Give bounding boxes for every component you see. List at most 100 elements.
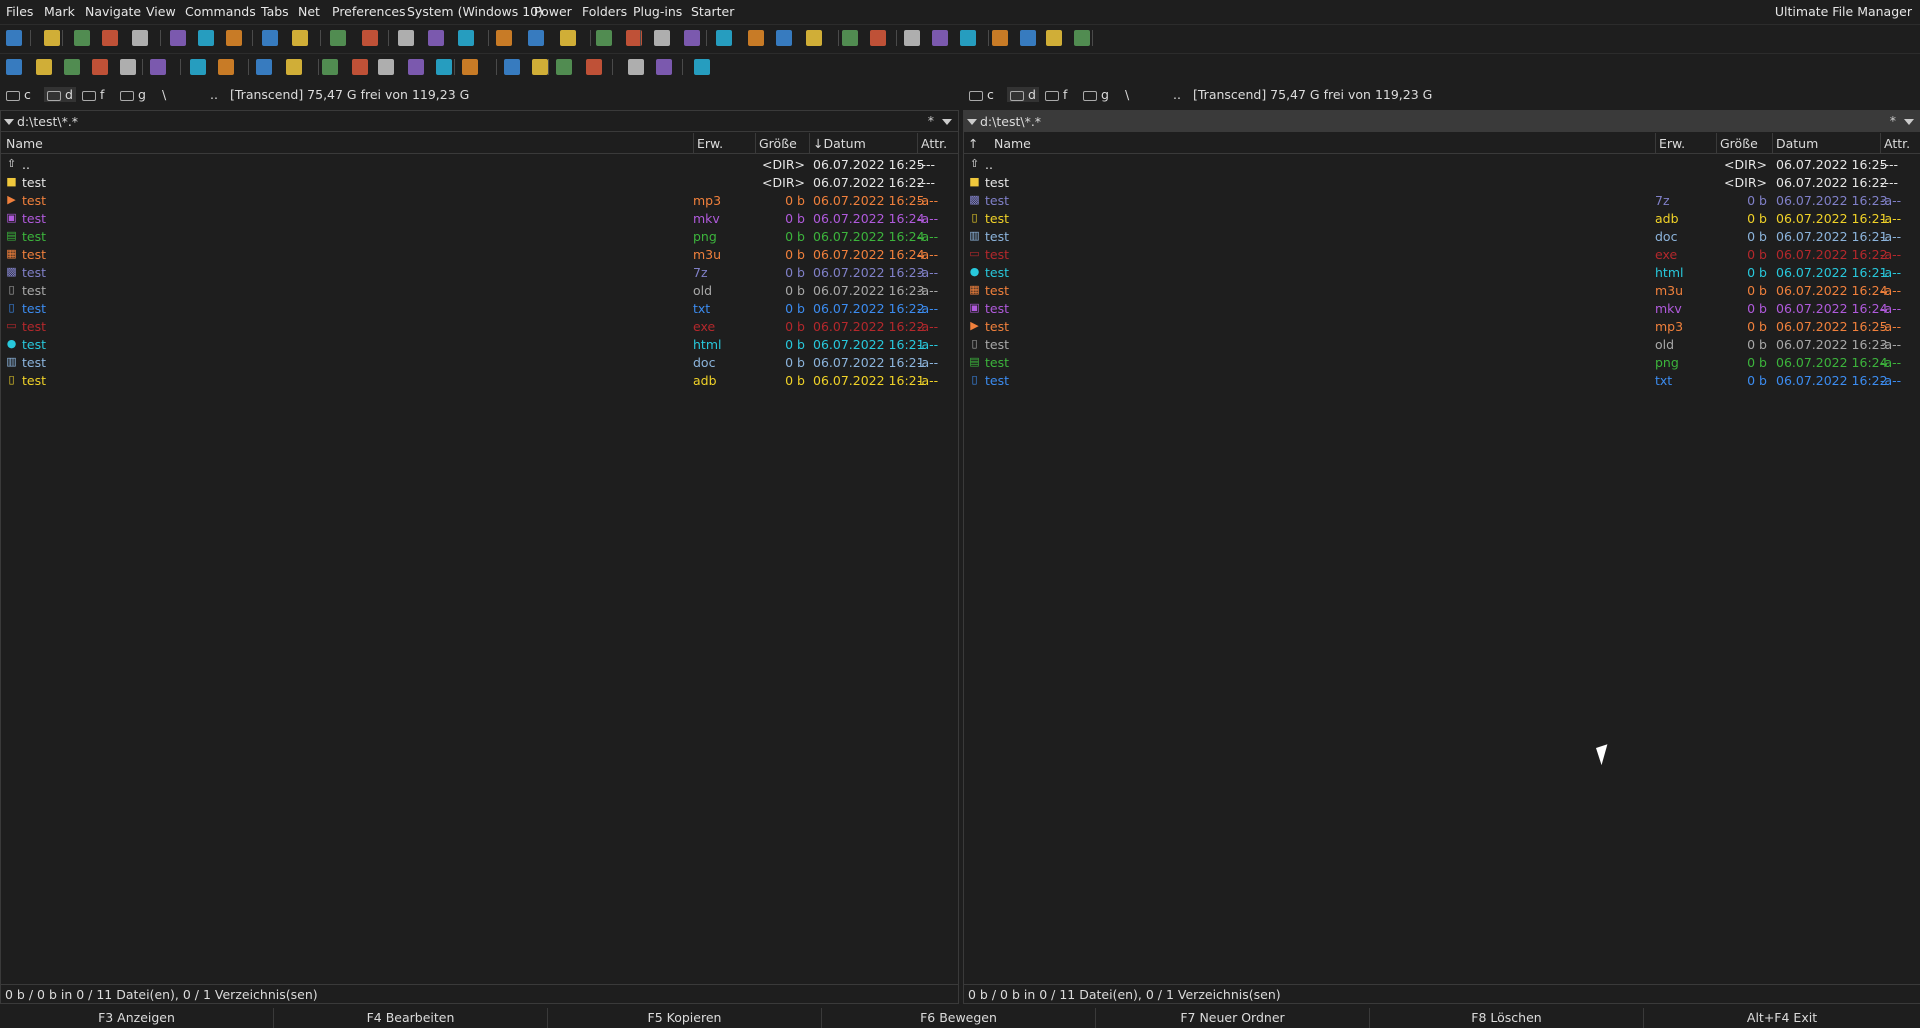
file-row[interactable]: ⇧.. <DIR> 06.07.2022 16:25 ---- — [1, 155, 958, 173]
secondary-tool-23-icon[interactable] — [694, 59, 710, 75]
column-name[interactable]: Name — [994, 136, 1031, 151]
secondary-tool-19-icon[interactable] — [556, 59, 572, 75]
fkey-f6[interactable]: F6 Bewegen — [822, 1008, 1096, 1028]
main-tool-11-icon[interactable] — [330, 30, 346, 46]
secondary-tool-21-icon[interactable] — [628, 59, 644, 75]
main-tool-18-icon[interactable] — [560, 30, 576, 46]
menu-system-windows-10[interactable]: System (Windows 10) — [407, 4, 543, 19]
secondary-tool-14-icon[interactable] — [408, 59, 424, 75]
secondary-tool-1-icon[interactable] — [6, 59, 22, 75]
drive-f[interactable]: f — [1045, 87, 1067, 102]
file-row[interactable]: ▦ test m3u 0 b 06.07.2022 16:24 -a-- — [1, 245, 958, 263]
menu-starter[interactable]: Starter — [691, 4, 734, 19]
column-date[interactable]: Datum — [1776, 136, 1818, 151]
menu-mark[interactable]: Mark — [44, 4, 75, 19]
main-tool-23-icon[interactable] — [716, 30, 732, 46]
file-row[interactable]: ▤ test png 0 b 06.07.2022 16:24 -a-- — [964, 353, 1920, 371]
file-row[interactable]: ▣ test mkv 0 b 06.07.2022 16:24 -a-- — [964, 299, 1920, 317]
file-row[interactable]: ■ test <DIR> 06.07.2022 16:22 ---- — [1, 173, 958, 191]
fkey-f7[interactable]: F7 Neuer Ordner — [1096, 1008, 1370, 1028]
main-tool-9-icon[interactable] — [262, 30, 278, 46]
drive-root[interactable]: \ — [1125, 87, 1129, 102]
menu-net[interactable]: Net — [298, 4, 320, 19]
column-size[interactable]: Größe — [1720, 136, 1758, 151]
file-row[interactable]: ▣ test mkv 0 b 06.07.2022 16:24 -a-- — [1, 209, 958, 227]
drive-root[interactable]: \ — [162, 87, 166, 102]
main-tool-4-icon[interactable] — [102, 30, 118, 46]
file-list[interactable]: ⇧.. <DIR> 06.07.2022 16:25 ---- ■ test <DIR> 06… — [964, 155, 1920, 389]
secondary-tool-15-icon[interactable] — [436, 59, 452, 75]
column-ext[interactable]: Erw. — [1659, 136, 1685, 151]
column-attr[interactable]: Attr. — [921, 136, 947, 151]
main-tool-16-icon[interactable] — [496, 30, 512, 46]
secondary-tool-3-icon[interactable] — [64, 59, 80, 75]
drive-d[interactable]: d — [44, 87, 76, 102]
main-tool-35-icon[interactable] — [1074, 30, 1090, 46]
drive-g[interactable]: g — [120, 87, 146, 102]
secondary-tool-16-icon[interactable] — [462, 59, 478, 75]
menu-folders[interactable]: Folders — [582, 4, 627, 19]
file-row[interactable]: ● test html 0 b 06.07.2022 16:21 -a-- — [964, 263, 1920, 281]
column-name[interactable]: Name — [6, 136, 43, 151]
file-row[interactable]: ▭ test exe 0 b 06.07.2022 16:22 -a-- — [964, 245, 1920, 263]
file-row[interactable]: ▯ test adb 0 b 06.07.2022 16:21 -a-- — [1, 371, 958, 389]
column-separator[interactable] — [693, 133, 694, 153]
file-row[interactable]: ▶ test mp3 0 b 06.07.2022 16:25 -a-- — [964, 317, 1920, 335]
column-separator[interactable] — [755, 133, 756, 153]
secondary-tool-8-icon[interactable] — [218, 59, 234, 75]
right-panel[interactable]: d:\test\*.* * Name Erw. Größe Datum Attr. ↑ ⇧… — [963, 110, 1920, 1004]
main-tool-22-icon[interactable] — [684, 30, 700, 46]
file-row[interactable]: ● test html 0 b 06.07.2022 16:21 -a-- — [1, 335, 958, 353]
main-tool-3-icon[interactable] — [74, 30, 90, 46]
menu-commands[interactable]: Commands — [185, 4, 256, 19]
secondary-tool-10-icon[interactable] — [286, 59, 302, 75]
drive-c[interactable]: c — [6, 87, 31, 102]
file-row[interactable]: ▤ test png 0 b 06.07.2022 16:24 -a-- — [1, 227, 958, 245]
fkey-f5[interactable]: F5 Kopieren — [548, 1008, 822, 1028]
main-tool-1-icon[interactable] — [6, 30, 22, 46]
file-row[interactable]: ▭ test exe 0 b 06.07.2022 16:22 -a-- — [1, 317, 958, 335]
main-tool-6-icon[interactable] — [170, 30, 186, 46]
main-tool-33-icon[interactable] — [1020, 30, 1036, 46]
file-row[interactable]: ▯ test old 0 b 06.07.2022 16:23 -a-- — [1, 281, 958, 299]
file-row[interactable]: ▦ test m3u 0 b 06.07.2022 16:24 -a-- — [964, 281, 1920, 299]
main-tool-25-icon[interactable] — [776, 30, 792, 46]
main-tool-32-icon[interactable] — [992, 30, 1008, 46]
column-attr[interactable]: Attr. — [1884, 136, 1910, 151]
secondary-tool-5-icon[interactable] — [120, 59, 136, 75]
secondary-tool-9-icon[interactable] — [256, 59, 272, 75]
main-tool-30-icon[interactable] — [932, 30, 948, 46]
column-date[interactable]: ↓Datum — [813, 136, 866, 151]
file-row[interactable]: ▯ test adb 0 b 06.07.2022 16:21 -a-- — [964, 209, 1920, 227]
menu-view[interactable]: View — [146, 4, 176, 19]
fkey-f8[interactable]: F8 Löschen — [1370, 1008, 1644, 1028]
drive-d[interactable]: d — [1007, 87, 1039, 102]
drive-g[interactable]: g — [1083, 87, 1109, 102]
path-bar[interactable]: d:\test\*.* * — [964, 111, 1920, 132]
file-row[interactable]: ▯ test txt 0 b 06.07.2022 16:22 -a-- — [964, 371, 1920, 389]
secondary-tool-22-icon[interactable] — [656, 59, 672, 75]
file-row[interactable]: ⇧.. <DIR> 06.07.2022 16:25 ---- — [964, 155, 1920, 173]
column-separator[interactable] — [1880, 133, 1881, 153]
drive-parent[interactable]: .. — [1173, 87, 1181, 102]
main-tool-31-icon[interactable] — [960, 30, 976, 46]
chevron-down-icon[interactable] — [942, 119, 952, 125]
secondary-tool-17-icon[interactable] — [504, 59, 520, 75]
path-bar[interactable]: d:\test\*.* * — [1, 111, 958, 132]
secondary-tool-11-icon[interactable] — [322, 59, 338, 75]
secondary-tool-20-icon[interactable] — [586, 59, 602, 75]
secondary-tool-13-icon[interactable] — [378, 59, 394, 75]
main-tool-15-icon[interactable] — [458, 30, 474, 46]
main-tool-21-icon[interactable] — [654, 30, 670, 46]
file-row[interactable]: ▥ test doc 0 b 06.07.2022 16:21 -a-- — [964, 227, 1920, 245]
main-tool-24-icon[interactable] — [748, 30, 764, 46]
secondary-tool-12-icon[interactable] — [352, 59, 368, 75]
secondary-tool-7-icon[interactable] — [190, 59, 206, 75]
secondary-tool-4-icon[interactable] — [92, 59, 108, 75]
main-tool-34-icon[interactable] — [1046, 30, 1062, 46]
drive-c[interactable]: c — [969, 87, 994, 102]
menu-navigate[interactable]: Navigate — [85, 4, 141, 19]
main-tool-17-icon[interactable] — [528, 30, 544, 46]
filter-star[interactable]: * — [928, 113, 934, 128]
menu-plug-ins[interactable]: Plug-ins — [633, 4, 682, 19]
